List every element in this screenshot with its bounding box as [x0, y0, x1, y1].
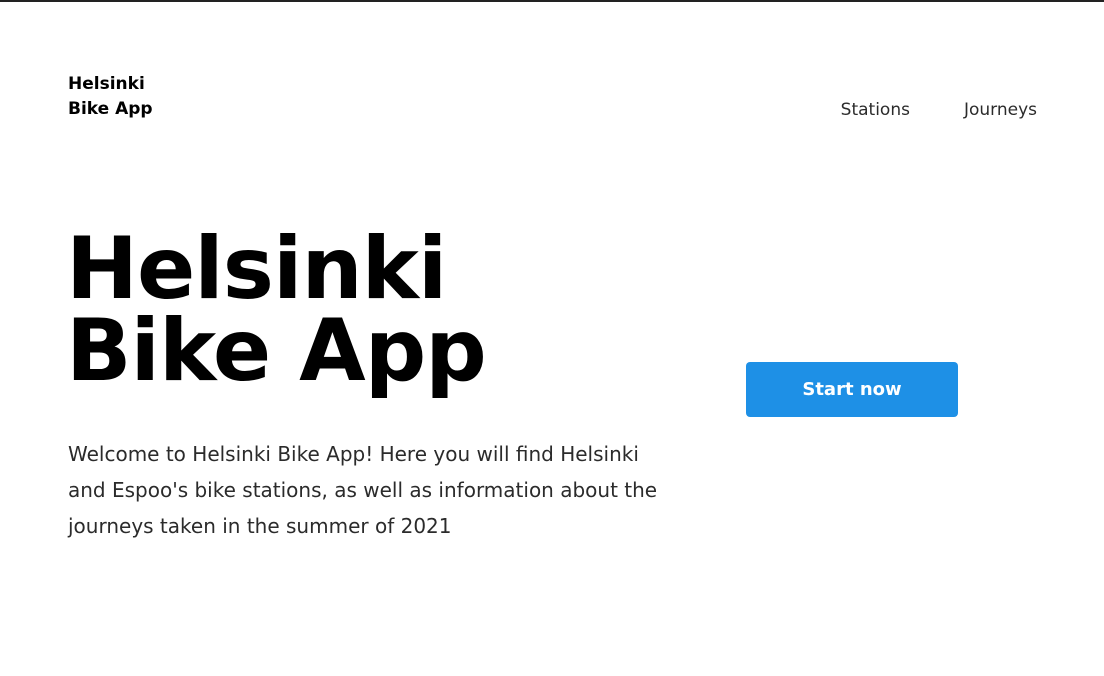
- brand-logo[interactable]: Helsinki Bike App: [68, 72, 153, 122]
- hero-description: Welcome to Helsinki Bike App! Here you w…: [68, 442, 658, 538]
- nav-link-stations[interactable]: Stations: [841, 100, 910, 120]
- brand-line-1: Helsinki: [68, 74, 145, 94]
- main-nav: Stations Journeys: [841, 100, 1037, 120]
- start-now-button[interactable]: Start now: [746, 362, 958, 417]
- hero-title-line-2: Bike App: [66, 301, 487, 401]
- hero-title-line-1: Helsinki: [66, 219, 447, 319]
- site-header: Helsinki Bike App Stations Journeys: [68, 72, 1048, 132]
- nav-link-journeys[interactable]: Journeys: [964, 100, 1037, 120]
- top-border: [0, 0, 1104, 2]
- brand-line-2: Bike App: [68, 99, 153, 119]
- hero-title: Helsinki Bike App: [66, 219, 487, 401]
